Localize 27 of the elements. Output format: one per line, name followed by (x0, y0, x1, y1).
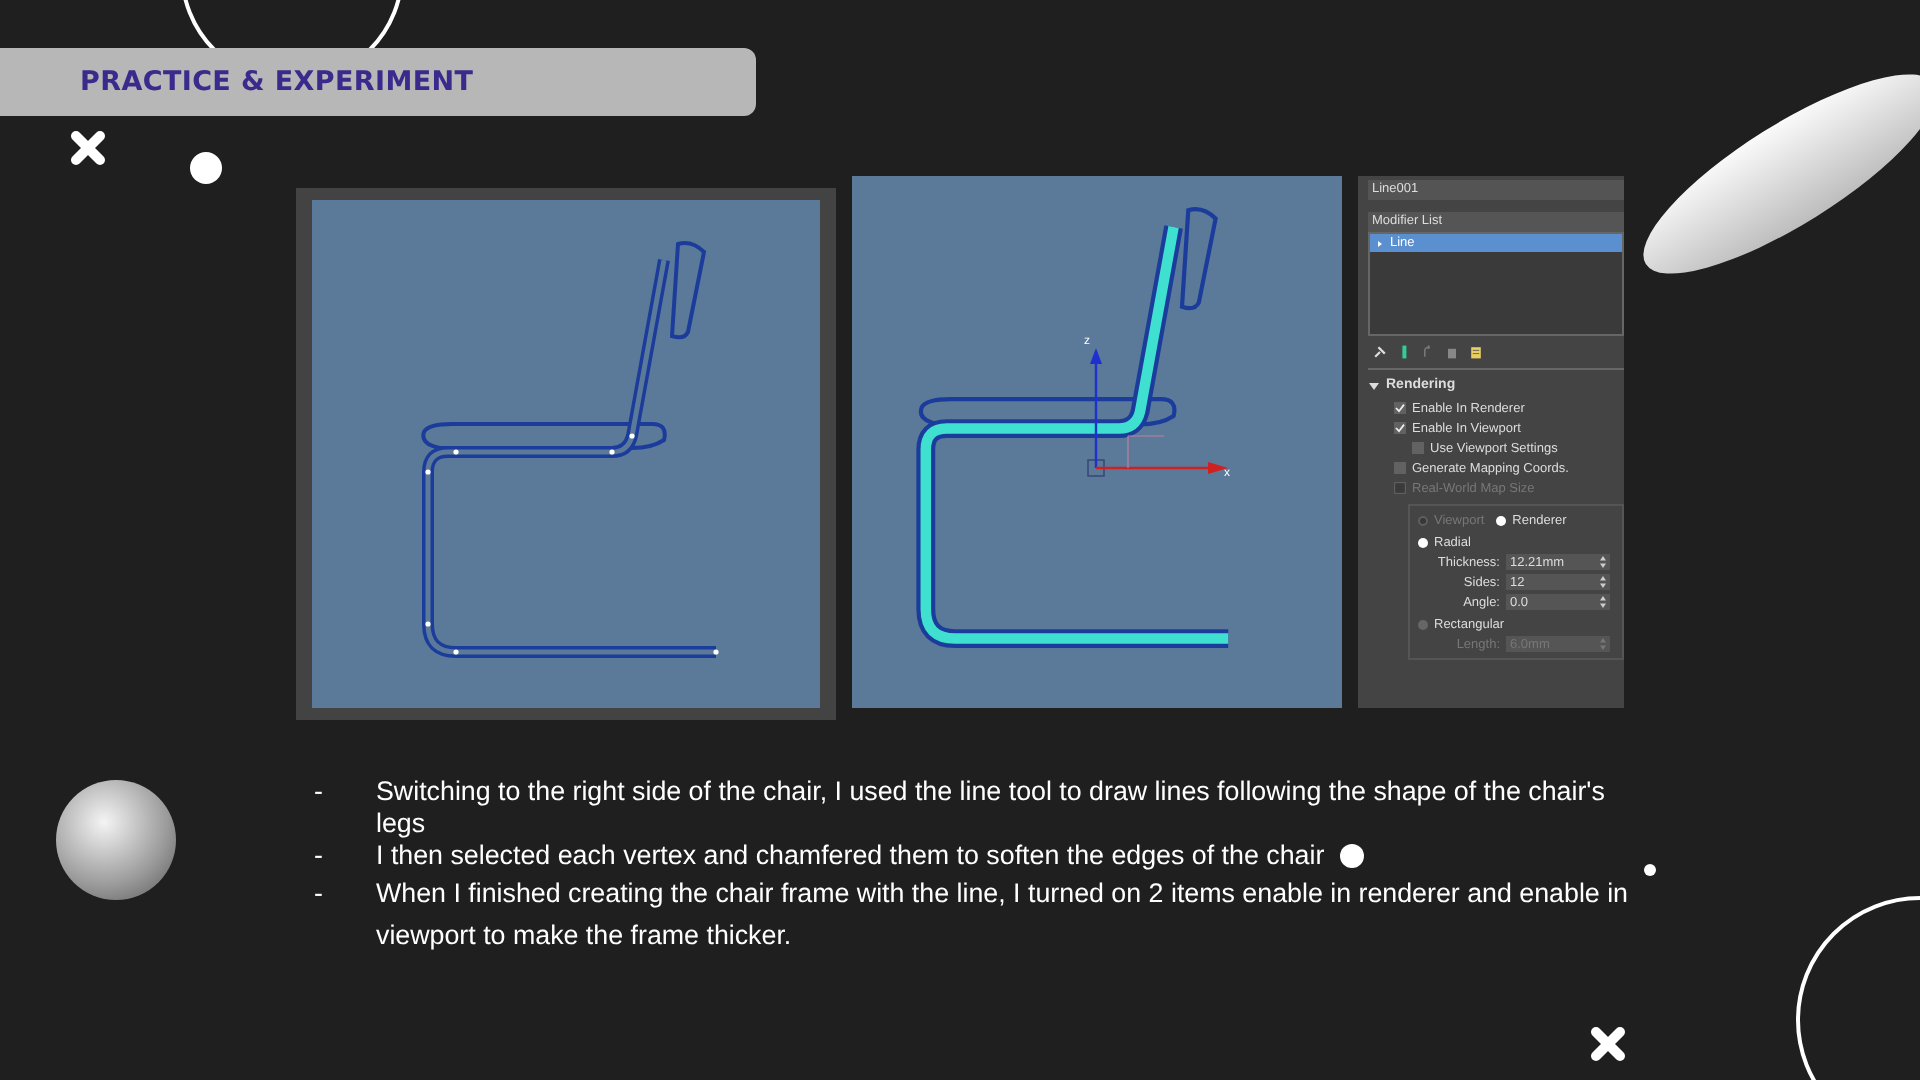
spinner-arrows-icon[interactable] (1600, 596, 1606, 608)
column-icon[interactable] (1396, 344, 1412, 360)
checkbox[interactable] (1394, 422, 1406, 434)
dot-decoration (1644, 864, 1656, 876)
notepad-icon[interactable] (1468, 344, 1484, 360)
dot-decoration (190, 152, 222, 184)
radio-button[interactable] (1496, 515, 1507, 525)
checkbox[interactable] (1394, 402, 1406, 414)
collapse-arrow-icon[interactable] (1368, 379, 1380, 391)
checkbox[interactable] (1394, 462, 1406, 474)
bullet-marker: - (314, 840, 325, 872)
radio-button[interactable] (1418, 619, 1428, 629)
checkbox[interactable] (1412, 442, 1424, 454)
cross-icon (1588, 1024, 1628, 1064)
bullet-text: Switching to the right side of the chair, I used the line tool to draw lines following the shape of the chair's legs (376, 776, 1607, 840)
bullet-marker: - (314, 876, 325, 912)
spinner-arrows-icon[interactable] (1600, 576, 1606, 588)
dot-decoration (1340, 844, 1364, 868)
cross-icon (68, 128, 108, 168)
bullet-marker: - (314, 776, 325, 810)
slide-title: PRACTICE & EXPERIMENT (80, 66, 474, 98)
expand-arrow-icon[interactable] (1376, 239, 1384, 247)
bullet-text: When I finished creating the chair frame with the line, I turned on 2 items enable in renderer and enable in viewport to make the frame thicker. (376, 876, 1631, 954)
radio-button[interactable] (1418, 537, 1428, 547)
pin-icon[interactable] (1372, 344, 1388, 360)
spinner-arrows-icon[interactable] (1600, 556, 1606, 568)
bullet-text: I then selected each vertex and chamfered them to soften the edges of the chair (376, 840, 1325, 872)
